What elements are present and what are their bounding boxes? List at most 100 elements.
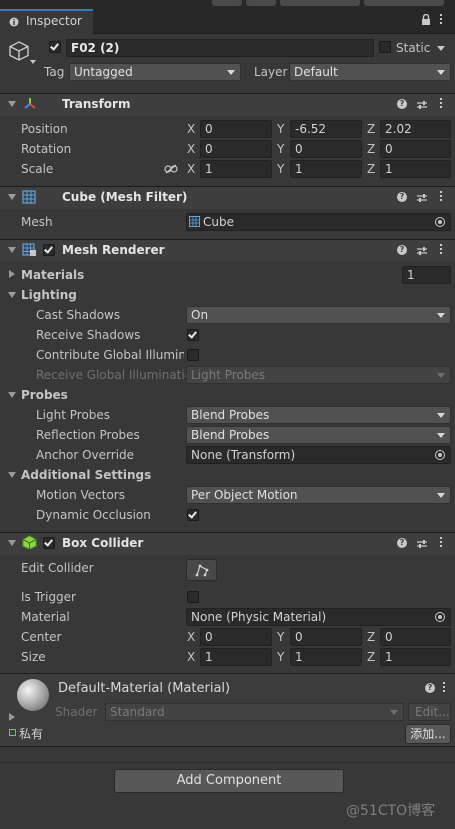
lighting-label[interactable]: Lighting	[21, 288, 77, 302]
static-dropdown-arrow-icon[interactable]	[437, 46, 445, 51]
mesh-object-field[interactable]: Cube	[186, 213, 451, 231]
center-x-field[interactable]: 0	[200, 628, 272, 646]
center-y-axis: Y	[277, 630, 285, 644]
position-y-field[interactable]: -6.52	[290, 120, 362, 138]
chevron-down-icon	[437, 313, 445, 318]
edit-collider-button[interactable]	[186, 559, 217, 581]
materials-label[interactable]: Materials	[21, 268, 84, 282]
center-y-field[interactable]: 0	[290, 628, 362, 646]
scale-x-field[interactable]: 1	[200, 160, 272, 178]
scale-z-field[interactable]: 1	[380, 160, 451, 178]
help-icon[interactable]: ?	[397, 99, 407, 109]
help-icon[interactable]: ?	[425, 683, 435, 693]
reflection-probes-label: Reflection Probes	[36, 428, 140, 442]
object-picker-icon[interactable]	[435, 612, 445, 622]
mesh-renderer-enabled-checkbox[interactable]	[43, 244, 55, 256]
box-collider-enabled-checkbox[interactable]	[43, 537, 55, 549]
foldout-arrow-icon[interactable]	[8, 101, 16, 107]
layout-dropdown[interactable]	[364, 0, 444, 6]
position-x-field[interactable]: 0	[200, 120, 272, 138]
materials-count-field[interactable]: 1	[402, 266, 451, 284]
size-z-field[interactable]: 1	[380, 648, 451, 666]
search-button[interactable]	[246, 0, 276, 6]
position-label: Position	[21, 122, 68, 136]
motion-vectors-dropdown[interactable]: Per Object Motion	[186, 486, 451, 504]
mesh-renderer-icon	[22, 243, 37, 257]
rotation-z-field[interactable]: 0	[380, 140, 451, 158]
add-component-button[interactable]: Add Component	[114, 769, 344, 793]
anchor-override-label: Anchor Override	[36, 448, 135, 462]
material-foldout-icon[interactable]	[9, 713, 15, 721]
foldout-arrow-icon[interactable]	[8, 247, 16, 253]
tab-inspector-label: Inspector	[26, 14, 82, 28]
context-menu-icon[interactable]	[440, 98, 443, 109]
size-label: Size	[21, 650, 46, 664]
rotation-x-field[interactable]: 0	[200, 140, 272, 158]
transform-title: Transform	[62, 97, 131, 111]
position-z-field[interactable]: 2.02	[380, 120, 451, 138]
foldout-arrow-icon[interactable]	[8, 540, 16, 546]
context-menu-icon[interactable]	[440, 244, 443, 255]
shader-label: Shader	[55, 705, 98, 719]
lighting-foldout-icon[interactable]	[8, 292, 16, 298]
presets-icon[interactable]	[417, 99, 427, 109]
icon-select-arrow-icon[interactable]	[30, 60, 36, 64]
size-x-field[interactable]: 1	[200, 648, 272, 666]
additional-settings-label[interactable]: Additional Settings	[21, 468, 151, 482]
help-icon[interactable]: ?	[397, 192, 407, 202]
object-picker-icon[interactable]	[435, 450, 445, 460]
receive-shadows-checkbox[interactable]	[187, 329, 199, 341]
rotation-y-axis: Y	[277, 142, 285, 156]
context-menu-icon[interactable]	[440, 191, 443, 202]
anchor-override-field[interactable]: None (Transform)	[186, 446, 451, 464]
physic-material-field[interactable]: None (Physic Material)	[186, 608, 451, 626]
mesh-filter-icon	[22, 190, 36, 204]
context-menu-icon[interactable]	[443, 682, 446, 693]
gameobject-cube-icon	[8, 40, 30, 62]
help-icon[interactable]: ?	[397, 245, 407, 255]
tab-menu-icon[interactable]	[440, 14, 443, 25]
materials-foldout-icon[interactable]	[9, 270, 15, 278]
center-label: Center	[21, 630, 62, 644]
probes-foldout-icon[interactable]	[8, 392, 16, 398]
object-picker-icon[interactable]	[435, 217, 445, 227]
active-checkbox[interactable]	[49, 41, 61, 53]
dynamic-occlusion-checkbox[interactable]	[187, 509, 199, 521]
object-name-input[interactable]: F02 (2)	[66, 39, 374, 57]
foldout-arrow-icon[interactable]	[8, 194, 16, 200]
tag-dropdown[interactable]: Untagged	[69, 63, 241, 81]
scale-z-axis: Z	[367, 162, 376, 176]
light-probes-dropdown[interactable]: Blend Probes	[186, 406, 451, 424]
static-checkbox[interactable]	[379, 41, 391, 53]
presets-icon[interactable]	[417, 245, 427, 255]
context-menu-icon[interactable]	[440, 537, 443, 548]
size-y-field[interactable]: 1	[290, 648, 362, 666]
chevron-down-icon	[390, 710, 398, 715]
cast-shadows-dropdown[interactable]: On	[186, 306, 451, 324]
additional-settings-foldout-icon[interactable]	[8, 472, 16, 478]
constrain-proportions-icon[interactable]	[164, 163, 178, 174]
center-x-axis: X	[187, 630, 196, 644]
history-button[interactable]	[212, 0, 242, 6]
chevron-down-icon	[227, 70, 235, 75]
edit-collider-label: Edit Collider	[21, 561, 94, 575]
add-label-button[interactable]: 添加...	[405, 724, 451, 744]
contribute-gi-checkbox[interactable]	[187, 349, 199, 361]
rotation-label: Rotation	[21, 142, 72, 156]
private-label: 私有	[19, 727, 44, 741]
help-icon[interactable]: ?	[397, 538, 407, 548]
is-trigger-checkbox[interactable]	[187, 591, 199, 603]
rotation-y-field[interactable]: 0	[290, 140, 362, 158]
cast-shadows-label: Cast Shadows	[36, 308, 121, 322]
center-z-field[interactable]: 0	[380, 628, 451, 646]
lock-icon[interactable]	[421, 13, 431, 26]
mesh-grid-icon	[189, 216, 200, 227]
probes-label[interactable]: Probes	[21, 388, 68, 402]
layer-dropdown[interactable]: Default	[289, 63, 451, 81]
presets-icon[interactable]	[417, 192, 427, 202]
presets-icon[interactable]	[417, 538, 427, 548]
scale-y-field[interactable]: 1	[290, 160, 362, 178]
layers-dropdown[interactable]	[280, 0, 360, 6]
material-preview-sphere	[17, 679, 49, 711]
reflection-probes-dropdown[interactable]: Blend Probes	[186, 426, 451, 444]
